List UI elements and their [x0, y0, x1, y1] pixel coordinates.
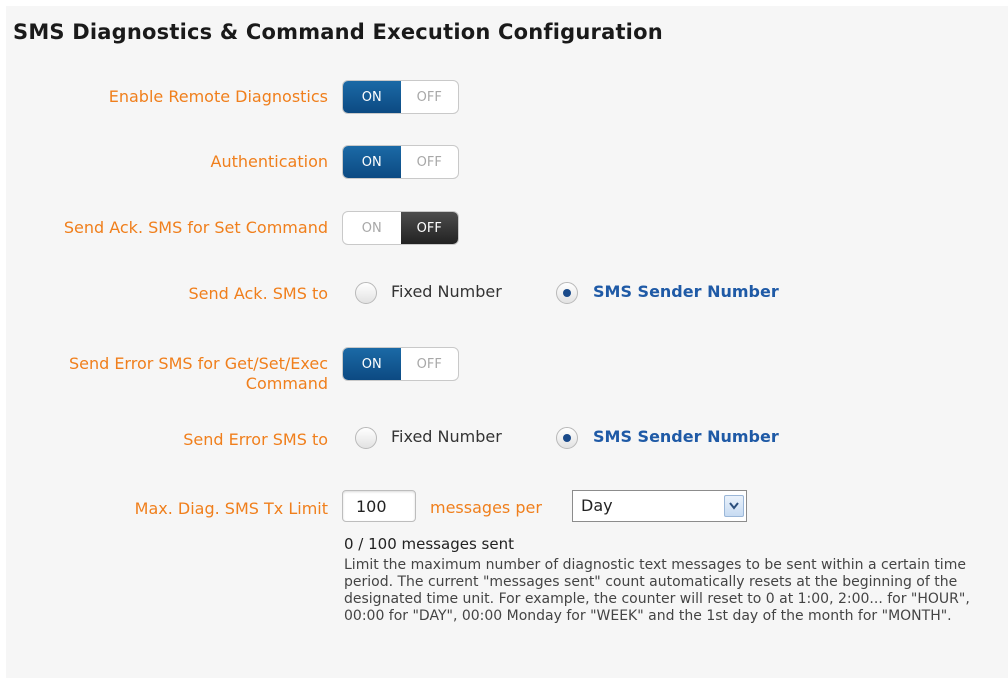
send-ack-to-label: Send Ack. SMS to: [188, 284, 328, 303]
enable-remote-diagnostics-toggle[interactable]: ON OFF: [342, 80, 459, 114]
radio-selected-dot: [563, 289, 571, 297]
max-limit-help-text: Limit the maximum number of diagnostic t…: [344, 557, 970, 624]
messages-per-label: messages per: [430, 498, 542, 517]
send-ack-set-toggle[interactable]: ON OFF: [342, 211, 459, 245]
send-error-fixed-number-label[interactable]: Fixed Number: [391, 427, 502, 446]
send-error-toggle[interactable]: ON OFF: [342, 347, 459, 381]
send-error-fixed-number-radio[interactable]: [355, 427, 377, 449]
chevron-down-icon[interactable]: [724, 495, 744, 517]
send-error-to-label: Send Error SMS to: [183, 430, 328, 449]
max-limit-input[interactable]: 100: [342, 490, 416, 522]
period-select-value: Day: [581, 496, 613, 515]
toggle-on-option[interactable]: ON: [343, 146, 401, 178]
period-select[interactable]: Day: [572, 490, 747, 522]
toggle-off-option[interactable]: OFF: [400, 212, 458, 244]
toggle-off-option[interactable]: OFF: [401, 146, 459, 178]
send-ack-sender-number-label[interactable]: SMS Sender Number: [593, 282, 779, 301]
max-limit-label: Max. Diag. SMS Tx Limit: [134, 499, 328, 518]
send-ack-fixed-number-radio[interactable]: [355, 282, 377, 304]
radio-selected-dot: [563, 434, 571, 442]
authentication-toggle[interactable]: ON OFF: [342, 145, 459, 179]
toggle-on-option[interactable]: ON: [343, 212, 401, 244]
toggle-off-option[interactable]: OFF: [401, 348, 459, 380]
toggle-on-option[interactable]: ON: [343, 81, 401, 113]
send-error-label-line2: Command: [245, 374, 328, 393]
page-title: SMS Diagnostics & Command Execution Conf…: [13, 20, 663, 44]
messages-sent-count: 0 / 100 messages sent: [344, 535, 514, 553]
enable-remote-diagnostics-label: Enable Remote Diagnostics: [108, 87, 328, 106]
send-ack-set-label: Send Ack. SMS for Set Command: [63, 218, 328, 237]
send-error-sender-number-label[interactable]: SMS Sender Number: [593, 427, 779, 446]
send-ack-sender-number-radio[interactable]: [556, 282, 578, 304]
toggle-on-option[interactable]: ON: [343, 348, 401, 380]
send-error-label-line1: Send Error SMS for Get/Set/Exec: [68, 354, 328, 373]
send-error-sender-number-radio[interactable]: [556, 427, 578, 449]
send-ack-fixed-number-label[interactable]: Fixed Number: [391, 282, 502, 301]
toggle-off-option[interactable]: OFF: [401, 81, 459, 113]
authentication-label: Authentication: [210, 152, 328, 171]
